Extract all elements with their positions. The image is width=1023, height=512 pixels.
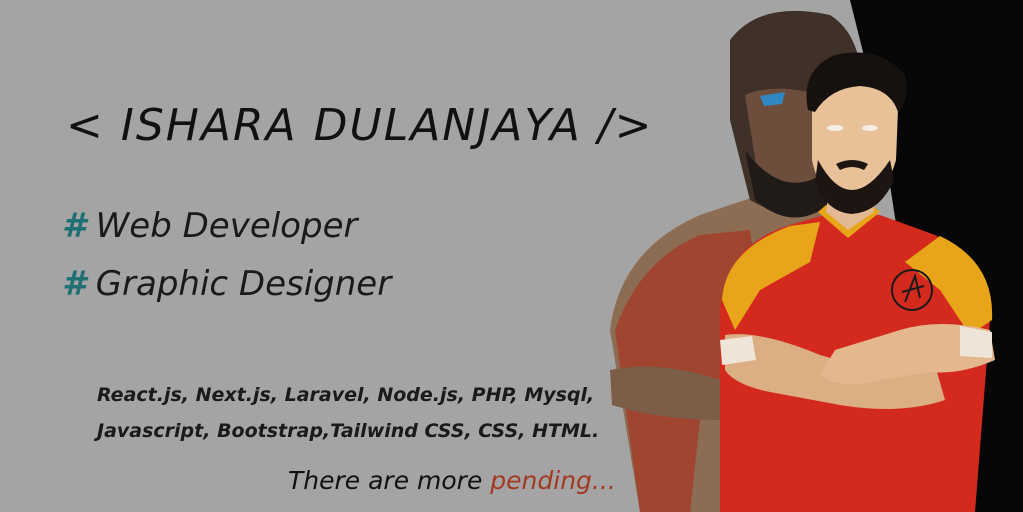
role-graphic-designer: # Graphic Designer: [62, 264, 391, 304]
role-label: Graphic Designer: [95, 264, 392, 304]
more-prefix: There are more: [288, 466, 491, 495]
skills-line-1: React.js, Next.js, Laravel, Node.js, PHP…: [97, 384, 595, 406]
role-label: Web Developer: [95, 206, 358, 246]
more-pending-text: There are more pending...: [288, 466, 616, 495]
page-title: < ISHARA DULANJAYA />: [66, 100, 654, 151]
skills-line-2: Javascript, Bootstrap,Tailwind CSS, CSS,…: [97, 420, 600, 442]
role-web-developer: # Web Developer: [62, 206, 357, 246]
pending-highlight: pending...: [490, 466, 616, 495]
hash-icon: #: [62, 206, 86, 246]
profile-banner: < ISHARA DULANJAYA /> # Web Developer # Gr…: [0, 0, 1023, 512]
hash-icon: #: [62, 264, 86, 304]
